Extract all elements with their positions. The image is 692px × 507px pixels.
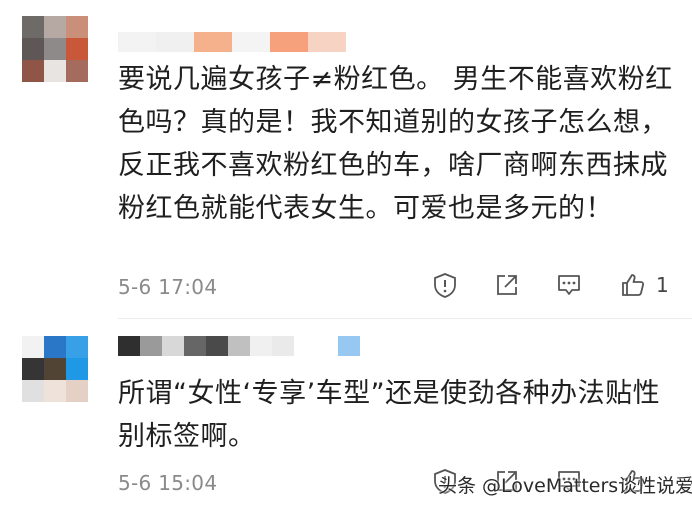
name-pixel — [118, 32, 156, 52]
share-icon[interactable] — [492, 270, 522, 300]
name-pixel — [270, 32, 308, 52]
reply-icon[interactable] — [554, 270, 584, 300]
avatar-pixel — [66, 38, 88, 60]
avatar-pixel — [66, 358, 88, 380]
avatar-pixel — [66, 16, 88, 38]
name-pixel — [140, 336, 162, 356]
thumbs-up-icon[interactable] — [618, 270, 648, 300]
avatar-pixel — [22, 358, 44, 380]
name-pixel — [184, 336, 206, 356]
avatar-pixel — [44, 358, 66, 380]
comment-time: 5-6 17:04 — [118, 275, 218, 299]
warning-icon[interactable] — [430, 270, 460, 300]
name-pixel — [316, 336, 338, 356]
name-pixel — [272, 336, 294, 356]
avatar-pixel — [44, 336, 66, 358]
name-pixel — [156, 32, 194, 52]
name-pixel — [118, 336, 140, 356]
avatar-pixel — [22, 380, 44, 402]
avatar-pixel — [66, 336, 88, 358]
avatar-pixel — [22, 16, 44, 38]
username-blurred[interactable] — [118, 336, 360, 356]
avatar-pixel — [22, 60, 44, 82]
avatar-pixel — [22, 38, 44, 60]
avatar-pixel — [66, 60, 88, 82]
comment-actions: 1 — [430, 270, 669, 300]
avatar-pixel — [44, 60, 66, 82]
comment-text: 要说几遍女孩子≠粉红色。 男生不能喜欢粉红色吗？真的是！我不知道别的女孩子怎么想… — [118, 64, 673, 224]
comment-text: 所谓“女性‘专享’车型”还是使劲各种办法贴性别标签啊。 — [118, 378, 661, 452]
comment-time: 5-6 15:04 — [118, 471, 218, 495]
avatar-pixel — [44, 380, 66, 402]
name-pixel — [206, 336, 228, 356]
avatar[interactable] — [22, 16, 88, 82]
avatar-pixel — [44, 38, 66, 60]
watermark: 头条 @LoveMatters谈性说爱 — [438, 475, 692, 497]
name-pixel — [308, 32, 346, 52]
name-pixel — [194, 32, 232, 52]
username-blurred[interactable] — [118, 32, 346, 52]
name-pixel — [250, 336, 272, 356]
avatar-pixel — [22, 336, 44, 358]
name-pixel — [162, 336, 184, 356]
name-pixel — [232, 32, 270, 52]
comment-item: 要说几遍女孩子≠粉红色。 男生不能喜欢粉红色吗？真的是！我不知道别的女孩子怎么想… — [0, 0, 692, 318]
avatar[interactable] — [22, 336, 88, 402]
name-pixel — [228, 336, 250, 356]
avatar-pixel — [66, 380, 88, 402]
name-pixel — [294, 336, 316, 356]
name-pixel — [338, 336, 360, 356]
avatar-pixel — [44, 16, 66, 38]
like-count: 1 — [656, 273, 669, 297]
